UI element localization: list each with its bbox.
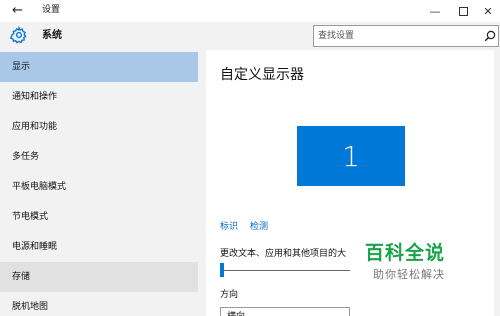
sidebar-item-apps[interactable]: 应用和功能	[0, 112, 198, 142]
monitor-tile[interactable]: 1	[297, 126, 405, 186]
search-icon[interactable]	[484, 30, 496, 42]
back-arrow-icon[interactable]: ←	[12, 2, 23, 20]
sidebar-item-tablet-mode[interactable]: 平板电脑模式	[0, 172, 198, 202]
sidebar-item-storage[interactable]: 存储	[0, 262, 198, 292]
orientation-label: 方向	[220, 290, 239, 300]
monitor-number: 1	[342, 139, 360, 173]
watermark-subtitle: 助你轻松解决	[373, 268, 445, 281]
section-header: 系统	[0, 22, 500, 50]
sidebar-item-display[interactable]: 显示	[0, 52, 198, 82]
sidebar-item-power-sleep[interactable]: 电源和睡眠	[0, 232, 198, 262]
window-title: 设置	[42, 5, 61, 15]
maximize-button[interactable]	[449, 0, 477, 22]
maximize-icon	[458, 6, 468, 16]
scale-label: 更改文本、应用和其他项目的大	[220, 249, 347, 259]
detect-link[interactable]: 检测	[250, 221, 268, 233]
gear-icon	[10, 26, 27, 44]
close-icon: ✕	[483, 4, 493, 18]
orientation-dropdown[interactable]: 横向	[220, 307, 350, 316]
watermark-title: 百科全说	[365, 242, 446, 264]
minimize-icon: —	[429, 4, 441, 18]
scale-slider-thumb[interactable]	[220, 263, 224, 277]
search-input[interactable]	[318, 29, 478, 43]
sidebar-item-battery-saver[interactable]: 节电模式	[0, 202, 198, 232]
section-title: 系统	[42, 30, 62, 41]
close-button[interactable]: ✕	[474, 0, 500, 22]
search-box[interactable]	[313, 25, 499, 47]
title-bar: ← 设置 — ✕	[0, 0, 500, 22]
minimize-button[interactable]: —	[421, 0, 449, 22]
watermark: 百科全说 助你轻松解决	[357, 238, 497, 290]
sidebar-item-notifications[interactable]: 通知和操作	[0, 82, 198, 112]
sidebar-item-multitasking[interactable]: 多任务	[0, 142, 198, 172]
sidebar-nav: 显示 通知和操作 应用和功能 多任务 平板电脑模式 节电模式 电源和睡眠 存储 …	[0, 50, 198, 316]
settings-window: ← 设置 — ✕ 系统 显示 通知和操作	[0, 0, 500, 316]
identify-link[interactable]: 标识	[220, 221, 238, 233]
scale-slider-track[interactable]	[222, 270, 350, 271]
page-title: 自定义显示器	[220, 67, 304, 83]
sidebar-item-offline-maps[interactable]: 脱机地图	[0, 292, 198, 316]
